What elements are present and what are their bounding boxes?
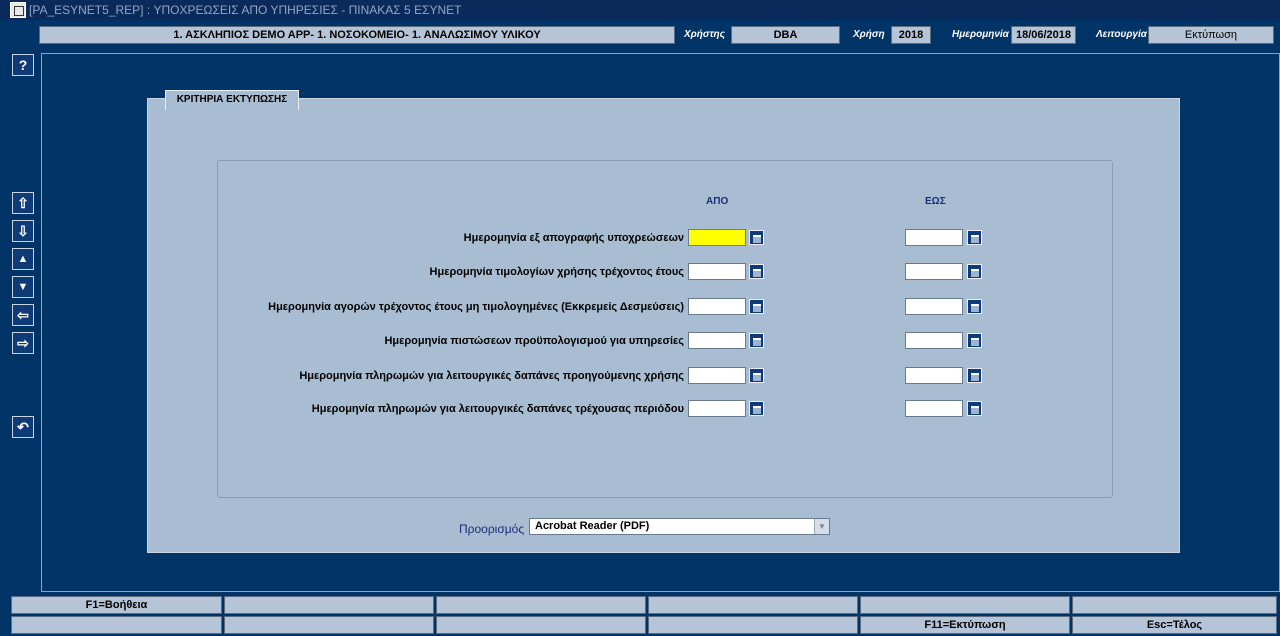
from-date-input-payments-prev[interactable] (688, 367, 746, 384)
from-date-input-inventory[interactable] (688, 229, 746, 246)
tab-criteria[interactable]: ΚΡΙΤΗΡΙΑ ΕΚΤΥΠΩΣΗΣ (165, 90, 299, 110)
to-date-input-purchases[interactable] (905, 298, 963, 315)
dropdown-arrow-icon[interactable]: ▼ (814, 519, 829, 534)
calendar-icon[interactable] (967, 333, 982, 348)
app-icon (10, 2, 26, 18)
triangle-down-icon: ▼ (17, 281, 29, 293)
from-date-input-credits[interactable] (688, 332, 746, 349)
function-key-slot[interactable] (648, 616, 858, 634)
function-key-slot[interactable] (224, 616, 434, 634)
destination-label: Προορισμός (459, 522, 525, 536)
previous-record-button[interactable]: ▲ (12, 248, 34, 270)
from-column-header: ΑΠΟ (706, 196, 729, 207)
to-date-input-inventory[interactable] (905, 229, 963, 246)
arrow-left-icon: ⇦ (17, 307, 29, 323)
destination-select[interactable]: Acrobat Reader (PDF) ▼ (529, 518, 830, 535)
row-label-payments-current-period: Ημερομηνία πληρωμών για λειτουργικές δαπ… (311, 403, 684, 415)
f11-print-key[interactable]: F11=Εκτύπωση (860, 616, 1070, 634)
first-record-button[interactable]: ⇧ (12, 192, 34, 214)
from-date-input-purchases[interactable] (688, 298, 746, 315)
calendar-icon[interactable] (967, 368, 982, 383)
calendar-icon[interactable] (749, 401, 764, 416)
window-title-bar: [PA_ESYNET5_REP] : ΥΠΟΧΡΕΩΣΕΙΣ ΑΠΟ ΥΠΗΡΕ… (0, 0, 1280, 20)
back-button[interactable]: ↶ (12, 416, 34, 438)
from-date-input-invoices[interactable] (688, 263, 746, 280)
user-label: Χρήστης (684, 29, 725, 40)
arrow-up-bold-icon: ⇧ (17, 195, 29, 211)
function-key-slot[interactable] (436, 596, 646, 614)
to-date-input-payments-curr[interactable] (905, 400, 963, 417)
triangle-up-icon: ▲ (17, 253, 29, 265)
year-field: 2018 (891, 26, 931, 44)
organization-field: 1. ΑΣΚΛΗΠΙΟΣ DEMO APP- 1. ΝΟΣΟΚΟΜΕΙΟ- 1.… (39, 26, 675, 44)
calendar-icon[interactable] (967, 230, 982, 245)
row-label-inventory-liabilities: Ημερομηνία εξ απογραφής υποχρεώσεων (463, 232, 684, 244)
help-button[interactable]: ? (12, 54, 34, 76)
window-title: [PA_ESYNET5_REP] : ΥΠΟΧΡΕΩΣΕΙΣ ΑΠΟ ΥΠΗΡΕ… (29, 3, 462, 17)
year-label: Χρήση (853, 29, 885, 40)
calendar-icon[interactable] (967, 401, 982, 416)
date-label: Ημερομηνία (952, 29, 1009, 40)
help-icon: ? (18, 57, 28, 73)
row-label-budget-credits: Ημερομηνία πιστώσεων προϋπολογισμού για … (384, 335, 684, 347)
f1-help-key[interactable]: F1=Βοήθεια (11, 596, 222, 614)
to-date-input-credits[interactable] (905, 332, 963, 349)
last-record-button[interactable]: ⇩ (12, 220, 34, 242)
esc-exit-key[interactable]: Esc=Τέλος (1072, 616, 1277, 634)
from-date-input-payments-curr[interactable] (688, 400, 746, 417)
date-field: 18/06/2018 (1011, 26, 1076, 44)
arrow-down-bold-icon: ⇩ (17, 223, 29, 239)
scroll-left-button[interactable]: ⇦ (12, 304, 34, 326)
calendar-icon[interactable] (967, 299, 982, 314)
undo-icon: ↶ (17, 419, 29, 435)
calendar-icon[interactable] (749, 264, 764, 279)
function-key-slot[interactable] (648, 596, 858, 614)
function-key-slot[interactable] (1072, 596, 1277, 614)
to-date-input-payments-prev[interactable] (905, 367, 963, 384)
row-label-invoices-current-year: Ημερομηνία τιμολογίων χρήσης τρέχοντος έ… (429, 266, 684, 278)
function-key-slot[interactable] (11, 616, 222, 634)
function-key-slot[interactable] (860, 596, 1070, 614)
function-label: Λειτουργία (1096, 29, 1147, 40)
row-label-payments-previous-year: Ημερομηνία πληρωμών για λειτουργικές δαπ… (299, 370, 684, 382)
to-date-input-invoices[interactable] (905, 263, 963, 280)
user-field: DBA (731, 26, 840, 44)
row-label-uninvoiced-purchases: Ημερομηνία αγορών τρέχοντος έτους μη τιμ… (268, 301, 684, 313)
next-record-button[interactable]: ▼ (12, 276, 34, 298)
criteria-group-box (217, 160, 1113, 498)
calendar-icon[interactable] (967, 264, 982, 279)
calendar-icon[interactable] (749, 230, 764, 245)
calendar-icon[interactable] (749, 368, 764, 383)
function-key-slot[interactable] (224, 596, 434, 614)
function-field: Εκτύπωση (1148, 26, 1274, 44)
to-column-header: ΕΩΣ (925, 196, 946, 207)
calendar-icon[interactable] (749, 333, 764, 348)
calendar-icon[interactable] (749, 299, 764, 314)
scroll-right-button[interactable]: ⇨ (12, 332, 34, 354)
function-key-slot[interactable] (436, 616, 646, 634)
arrow-right-icon: ⇨ (17, 335, 29, 351)
destination-value: Acrobat Reader (PDF) (535, 520, 650, 532)
